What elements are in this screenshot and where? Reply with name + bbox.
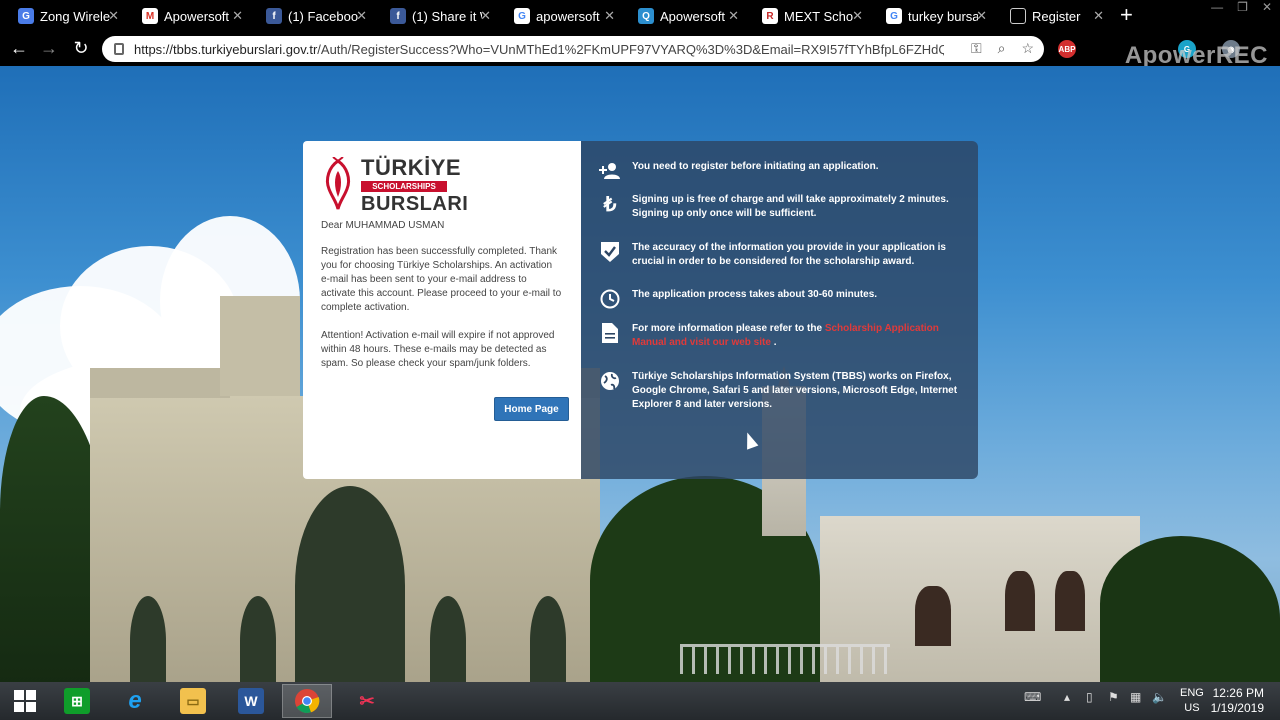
- volume-icon[interactable]: 🔈: [1152, 690, 1167, 704]
- logo-burslari-text: BURSLARI: [361, 193, 469, 215]
- registration-info-panel: You need to register before initiating a…: [581, 141, 978, 479]
- google-icon: G: [886, 8, 902, 24]
- logo-turkiye-text: TÜRKİYE: [361, 155, 462, 180]
- info-item: The accuracy of the information you prov…: [599, 241, 969, 269]
- registration-success-card: TÜRKİYE SCHOLARSHIPS BURSLARI Dear MUHAM…: [303, 141, 581, 479]
- logo-scholarships-text: SCHOLARSHIPS: [361, 181, 447, 192]
- close-icon[interactable]: ✕: [356, 8, 367, 24]
- info-item: You need to register before initiating a…: [599, 160, 969, 182]
- tulip-logo-icon: [325, 157, 351, 210]
- browser-tab[interactable]: M Apowersoft ✕: [124, 2, 249, 30]
- snipping-tool-icon: ✂: [359, 690, 375, 711]
- facebook-icon: f: [390, 8, 406, 24]
- close-icon[interactable]: ✕: [852, 8, 863, 24]
- browser-tab[interactable]: G Zong Wirele ✕: [0, 2, 125, 30]
- browser-tab[interactable]: R MEXT Schol ✕: [744, 2, 869, 30]
- attention-message: Attention! Activation e-mail will expire…: [321, 330, 555, 369]
- close-icon[interactable]: ✕: [1093, 8, 1104, 24]
- info-item: Türkiye Scholarships Information System …: [599, 370, 969, 412]
- folder-icon: ▭: [180, 688, 206, 714]
- network-icon[interactable]: ▦: [1130, 690, 1141, 704]
- info-item: ₺ Signing up is free of charge and will …: [599, 193, 969, 221]
- document-icon: [599, 322, 621, 344]
- apowersoft-icon: Q: [638, 8, 654, 24]
- fence: [680, 644, 890, 674]
- chrome-icon: [295, 689, 320, 713]
- omnibox-actions: ⚿ ⌕ ☆: [971, 40, 1034, 57]
- browser-tab[interactable]: f (1) Share it W ✕: [372, 2, 497, 30]
- internet-explorer-icon: e: [128, 687, 142, 714]
- clock-time: 12:26 PM: [1212, 686, 1264, 700]
- browser-tab-active[interactable]: Register ✕: [992, 2, 1110, 30]
- taskbar-snipping-tool[interactable]: ✂: [342, 684, 392, 718]
- lira-icon: ₺: [603, 193, 617, 216]
- clock-icon: [599, 288, 621, 310]
- google-icon: G: [18, 8, 34, 24]
- forward-icon[interactable]: →: [38, 38, 60, 59]
- start-button[interactable]: [0, 684, 50, 718]
- close-icon[interactable]: ✕: [108, 8, 119, 24]
- google-icon: G: [514, 8, 530, 24]
- address-bar[interactable]: https://tbbs.turkiyeburslari.gov.tr/Auth…: [102, 36, 1044, 62]
- key-icon[interactable]: ⚿: [971, 40, 982, 57]
- windows-taskbar: ⊞ e ▭ W ✂ ⌨ ▴ ▯ ⚑ ▦ 🔈 ENG US 12:26 PM 1/…: [0, 682, 1280, 720]
- mext-icon: R: [762, 8, 778, 24]
- browser-tab[interactable]: G turkey bursa ✕: [868, 2, 993, 30]
- browser-tab[interactable]: f (1) Facebook ✕: [248, 2, 373, 30]
- globe-icon: [599, 370, 621, 392]
- show-hidden-icons-icon[interactable]: ▴: [1064, 690, 1070, 704]
- close-icon[interactable]: ✕: [728, 8, 739, 24]
- close-window-icon[interactable]: ✕: [1262, 0, 1272, 14]
- taskbar-chrome[interactable]: [282, 684, 332, 718]
- restore-icon[interactable]: ❐: [1237, 0, 1248, 14]
- adblock-extension-icon[interactable]: ABP: [1058, 40, 1076, 58]
- word-icon: W: [238, 688, 264, 714]
- taskbar-file-explorer[interactable]: ▭: [168, 684, 218, 718]
- taskbar-word[interactable]: W: [226, 684, 276, 718]
- success-message: Registration has been successfully compl…: [321, 246, 562, 313]
- url-text[interactable]: https://tbbs.turkiyeburslari.gov.tr/Auth…: [134, 42, 944, 57]
- close-icon[interactable]: ✕: [976, 8, 987, 24]
- browser-tab-strip: G Zong Wirele ✕ M Apowersoft ✕ f (1) Fac…: [0, 0, 1280, 32]
- bookmark-star-icon[interactable]: ☆: [1021, 40, 1034, 57]
- browser-tab[interactable]: G apowersoft ✕: [496, 2, 621, 30]
- page-icon: [1010, 8, 1026, 24]
- close-icon[interactable]: ✕: [232, 8, 243, 24]
- browser-tab[interactable]: Q Apowersoft ✕: [620, 2, 745, 30]
- browser-toolbar: ← → ↻ https://tbbs.turkiyeburslari.gov.t…: [0, 32, 1280, 69]
- turkiye-burslari-logo: TÜRKİYE SCHOLARSHIPS BURSLARI: [321, 157, 563, 214]
- store-icon: ⊞: [64, 688, 90, 714]
- flag-icon[interactable]: ⚑: [1108, 690, 1119, 704]
- minimize-icon[interactable]: —: [1211, 0, 1223, 14]
- taskbar-internet-explorer[interactable]: e: [110, 684, 160, 718]
- reload-icon[interactable]: ↻: [70, 38, 92, 59]
- gmail-icon: M: [142, 8, 158, 24]
- new-tab-button[interactable]: +: [1120, 4, 1133, 26]
- language-indicator[interactable]: ENG US: [1180, 686, 1204, 716]
- windows-logo-icon: [14, 690, 36, 712]
- clock-date: 1/19/2019: [1210, 701, 1264, 715]
- home-page-button[interactable]: Home Page: [494, 397, 569, 421]
- check-shield-icon: [599, 241, 621, 263]
- window-controls: — ❐ ✕: [1211, 0, 1272, 14]
- back-icon[interactable]: ←: [8, 38, 30, 59]
- taskbar-store[interactable]: ⊞: [52, 684, 102, 718]
- info-item: For more information please refer to the…: [599, 322, 969, 350]
- device-icon[interactable]: ▯: [1086, 690, 1093, 704]
- greeting: Dear MUHAMMAD USMAN: [321, 220, 445, 231]
- lock-icon: [114, 43, 124, 55]
- facebook-icon: f: [266, 8, 282, 24]
- close-icon[interactable]: ✕: [480, 8, 491, 24]
- zoom-icon[interactable]: ⌕: [998, 40, 1006, 57]
- gate-arch: [295, 486, 405, 682]
- add-user-icon: [599, 160, 621, 182]
- trees: [1100, 536, 1280, 682]
- info-item: The application process takes about 30-6…: [599, 288, 969, 310]
- taskbar-clock[interactable]: 12:26 PM 1/19/2019: [1211, 686, 1264, 716]
- keyboard-icon[interactable]: ⌨: [1024, 690, 1041, 704]
- close-icon[interactable]: ✕: [604, 8, 615, 24]
